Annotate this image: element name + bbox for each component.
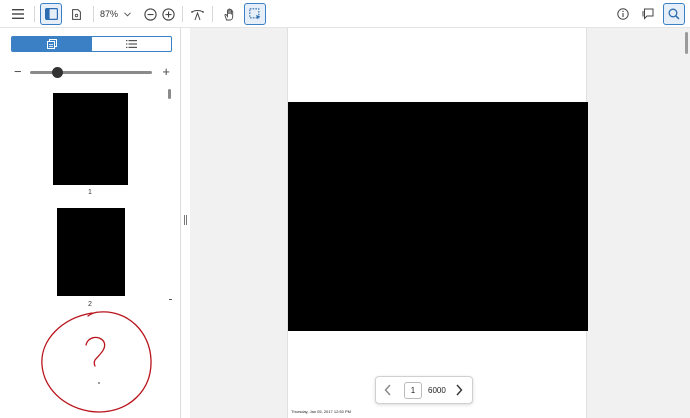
search-icon <box>668 8 680 20</box>
page-navigator: 1 6000 <box>375 376 473 404</box>
zoom-out-icon <box>143 7 157 21</box>
search-button[interactable] <box>663 3 685 25</box>
zoom-in-button[interactable] <box>157 3 179 25</box>
document-page: Thursday, Jan 05, 2017 12:50 PM <box>287 28 588 418</box>
page-thumbnail-label: 1 <box>88 189 92 196</box>
info-icon <box>617 8 629 20</box>
sidebar: − + 1 2 <box>0 28 181 418</box>
outline-list-icon <box>125 40 137 48</box>
thumbnail-smaller-icon[interactable]: − <box>14 65 22 79</box>
thumbnails-view-tab[interactable] <box>12 37 92 51</box>
hand-tool-button[interactable] <box>218 3 240 25</box>
thumbnail-larger-icon[interactable]: + <box>162 65 170 79</box>
toolbar-separator <box>212 6 213 22</box>
zoom-select[interactable]: 87% <box>100 4 140 24</box>
document-icon <box>71 8 81 20</box>
viewer-scrollbar[interactable] <box>685 32 688 54</box>
selection-tool-icon <box>249 8 261 20</box>
thumbnail-size-slider[interactable] <box>30 71 152 74</box>
toolbar: 87% <box>0 0 690 28</box>
total-pages: 6000 <box>428 386 446 395</box>
previous-page-icon[interactable] <box>384 384 392 396</box>
page-footer-timestamp: Thursday, Jan 05, 2017 12:50 PM <box>291 409 351 414</box>
thumbnail-size-control: − + <box>14 65 170 79</box>
toolbar-separator <box>34 6 35 22</box>
thumbnail-size-slider-handle[interactable] <box>52 67 64 78</box>
hand-tool-icon <box>223 8 233 20</box>
toolbar-separator <box>93 6 94 22</box>
info-button[interactable] <box>612 3 634 25</box>
sidebar-toggle-icon <box>44 8 58 20</box>
chevron-down-icon <box>124 11 131 17</box>
zoom-value: 87% <box>100 9 119 19</box>
zoom-in-icon <box>161 7 175 21</box>
menu-icon <box>12 9 24 19</box>
page-thumbnail-label: 2 <box>88 301 92 308</box>
thumbnails-view-icon <box>46 39 57 49</box>
document-viewer[interactable]: Thursday, Jan 05, 2017 12:50 PM <box>190 28 690 418</box>
page-thumbnail[interactable] <box>53 93 128 185</box>
thumbnails-scrollbar[interactable] <box>168 89 171 99</box>
comment-icon <box>642 8 654 20</box>
page-thumbnail[interactable] <box>57 208 125 296</box>
sidebar-view-switch <box>11 36 172 52</box>
menu-button[interactable] <box>7 3 29 25</box>
document-properties-button[interactable] <box>65 3 87 25</box>
sidebar-resize-handle[interactable] <box>182 215 188 225</box>
pan-mode-button[interactable] <box>186 3 208 25</box>
toolbar-separator <box>182 6 183 22</box>
sidebar-toggle-button[interactable] <box>40 3 62 25</box>
comments-button[interactable] <box>637 3 659 25</box>
page-image <box>288 102 588 331</box>
pdf-viewer-app: 87% − + 1 2 Thursday, Jan 05, 2017 12:50… <box>0 0 690 418</box>
current-page-input[interactable]: 1 <box>404 382 422 399</box>
scroll-marker <box>169 299 172 300</box>
outline-view-tab[interactable] <box>92 37 172 51</box>
next-page-icon[interactable] <box>455 384 463 396</box>
pan-mode-icon <box>190 9 204 20</box>
selection-tool-button[interactable] <box>244 3 266 25</box>
